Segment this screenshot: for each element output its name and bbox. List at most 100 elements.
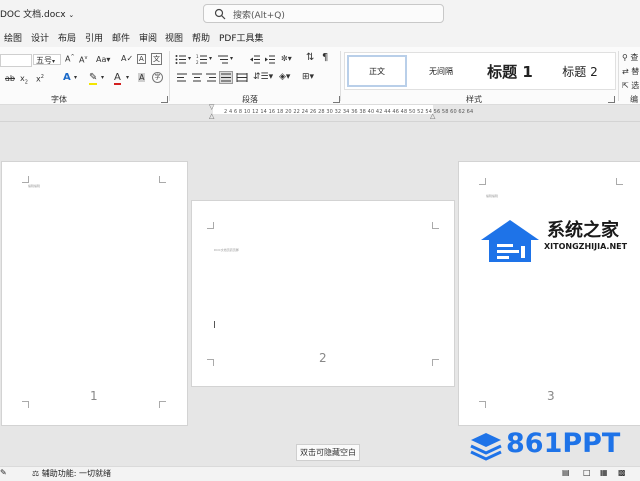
change-case-icon[interactable]: Aa▾ [96, 55, 110, 64]
tooltip: 双击可隐藏空白 [296, 444, 360, 461]
increase-indent-icon[interactable] [264, 54, 276, 65]
bullets-icon[interactable] [175, 54, 187, 65]
decrease-indent-icon[interactable] [249, 54, 261, 65]
character-border-icon[interactable]: A [137, 54, 146, 64]
superscript-icon[interactable]: x2 [36, 74, 44, 84]
search-icon [214, 8, 226, 20]
tab-help[interactable]: 帮助 [192, 31, 210, 44]
tab-layout[interactable]: 布局 [58, 31, 76, 44]
find-button[interactable]: ⚲ 查 [622, 52, 638, 63]
page-3[interactable]: 编辑编辑 3 [459, 162, 640, 425]
find-label: 查 [630, 53, 639, 62]
style-heading-1[interactable]: 标题 1 [475, 55, 545, 87]
layers-logo-icon [470, 433, 502, 461]
font-size-dropdown[interactable]: 五号▾ [33, 54, 61, 65]
shrink-font-icon[interactable]: Av [79, 55, 87, 65]
xitong-logo-icon [481, 220, 539, 262]
style-normal[interactable]: 正文 [347, 55, 407, 87]
line-spacing-icon[interactable]: ⇵☰▾ [253, 72, 273, 82]
tab-draw[interactable]: 绘图 [4, 31, 22, 44]
svg-text:1: 1 [196, 54, 199, 59]
chevron-down-icon: ▾ [52, 58, 56, 65]
select-label: 选 [631, 81, 640, 90]
text-effects-icon[interactable]: A [63, 72, 71, 83]
paragraph-dialog-launcher-icon[interactable] [333, 96, 340, 103]
page-number: 1 [90, 389, 98, 403]
grow-font-icon[interactable]: A^ [65, 54, 75, 64]
tab-view[interactable]: 视图 [165, 31, 183, 44]
multilevel-list-icon[interactable] [217, 54, 229, 65]
read-mode-icon[interactable]: □ [583, 468, 591, 477]
style-heading-2[interactable]: 标题 2 [547, 55, 613, 87]
chevron-down-icon[interactable]: ⌄ [68, 11, 74, 19]
replace-button[interactable]: ⇄ 替 [622, 66, 639, 77]
chinese-layout-icon[interactable]: ✼▾ [281, 54, 292, 63]
chevron-down-icon[interactable]: ▾ [188, 55, 191, 62]
strikethrough-icon[interactable]: ab [5, 74, 15, 83]
crop-mark [22, 176, 29, 183]
styles-dialog-launcher-icon[interactable] [608, 96, 615, 103]
hanging-indent-icon[interactable]: △ [209, 112, 214, 120]
font-name-dropdown[interactable] [0, 54, 32, 67]
page-2[interactable]: DOC文档页眉页脚 2 [192, 201, 454, 386]
tab-design[interactable]: 设计 [31, 31, 49, 44]
document-title: DOC 文档.docx ⌄ [0, 7, 74, 20]
align-center-icon[interactable] [191, 72, 203, 83]
sort-icon[interactable]: ⇅ [306, 52, 314, 63]
page-text: 编辑编辑 [486, 194, 499, 198]
page-text: DOC文档页眉页脚 [214, 248, 239, 252]
document-title-label: DOC 文档.docx [0, 10, 66, 20]
web-layout-icon[interactable]: ▩ [618, 468, 626, 477]
crop-mark [479, 401, 486, 408]
cursor-icon: ⇱ [622, 81, 629, 90]
distributed-icon[interactable] [236, 72, 248, 83]
font-color-icon[interactable]: A [114, 72, 121, 85]
chevron-down-icon[interactable]: ▾ [74, 74, 77, 81]
chevron-down-icon[interactable]: ▾ [101, 74, 104, 81]
numbering-icon[interactable]: 12 [196, 54, 208, 65]
phonetic-guide-icon[interactable]: 文 [151, 53, 162, 65]
justify-icon[interactable] [219, 71, 233, 84]
subscript-icon[interactable]: x2 [20, 74, 28, 86]
align-right-icon[interactable] [205, 72, 217, 83]
print-layout-icon[interactable]: ▦ [600, 468, 608, 477]
font-size-value: 五号 [36, 56, 52, 65]
proofing-icon[interactable]: ✎ [0, 468, 7, 477]
accessibility-status[interactable]: ⚖ 辅助功能: 一切就绪 [32, 468, 111, 479]
crop-mark [207, 359, 214, 366]
editing-group-label: 编 [630, 95, 638, 104]
crop-mark [159, 176, 166, 183]
first-line-indent-icon[interactable]: ▽ [209, 103, 214, 111]
chevron-down-icon[interactable]: ▾ [209, 55, 212, 62]
tab-review[interactable]: 审阅 [139, 31, 157, 44]
clear-formatting-icon[interactable]: A✓ [121, 54, 133, 63]
search-icon: ⚲ [622, 53, 628, 62]
font-dialog-launcher-icon[interactable] [161, 96, 168, 103]
page-1[interactable]: 编辑编辑 1 [2, 162, 187, 425]
character-shading-icon[interactable]: A [138, 73, 146, 82]
style-no-spacing[interactable]: 无间隔 [411, 55, 471, 87]
tab-mailings[interactable]: 邮件 [112, 31, 130, 44]
crop-mark [207, 222, 214, 229]
page-text: 编辑编辑 [28, 184, 41, 188]
align-left-icon[interactable] [176, 72, 188, 83]
search-input[interactable]: 搜索(Alt+Q) [203, 4, 444, 23]
paragraph-group-label: 段落 [242, 95, 258, 104]
chevron-down-icon[interactable]: ▾ [126, 74, 129, 81]
tab-references[interactable]: 引用 [85, 31, 103, 44]
enclose-character-icon[interactable]: 字 [152, 72, 163, 83]
focus-mode-icon[interactable]: ▤ [562, 468, 570, 477]
select-button[interactable]: ⇱ 选 [622, 80, 639, 91]
group-divider [618, 51, 619, 101]
highlighter-icon[interactable]: ✎ [89, 72, 98, 85]
chevron-down-icon[interactable]: ▾ [230, 55, 233, 62]
crop-mark [479, 178, 486, 185]
style-heading-2-label: 标题 2 [562, 64, 598, 79]
svg-text:2: 2 [196, 60, 199, 65]
borders-icon[interactable]: ⊞▾ [302, 72, 314, 82]
crop-mark [432, 359, 439, 366]
show-marks-icon[interactable]: ¶ [322, 52, 328, 63]
crop-mark [616, 178, 623, 185]
shading-icon[interactable]: ◈▾ [279, 72, 290, 82]
tab-pdf-tools[interactable]: PDF工具集 [219, 31, 264, 44]
